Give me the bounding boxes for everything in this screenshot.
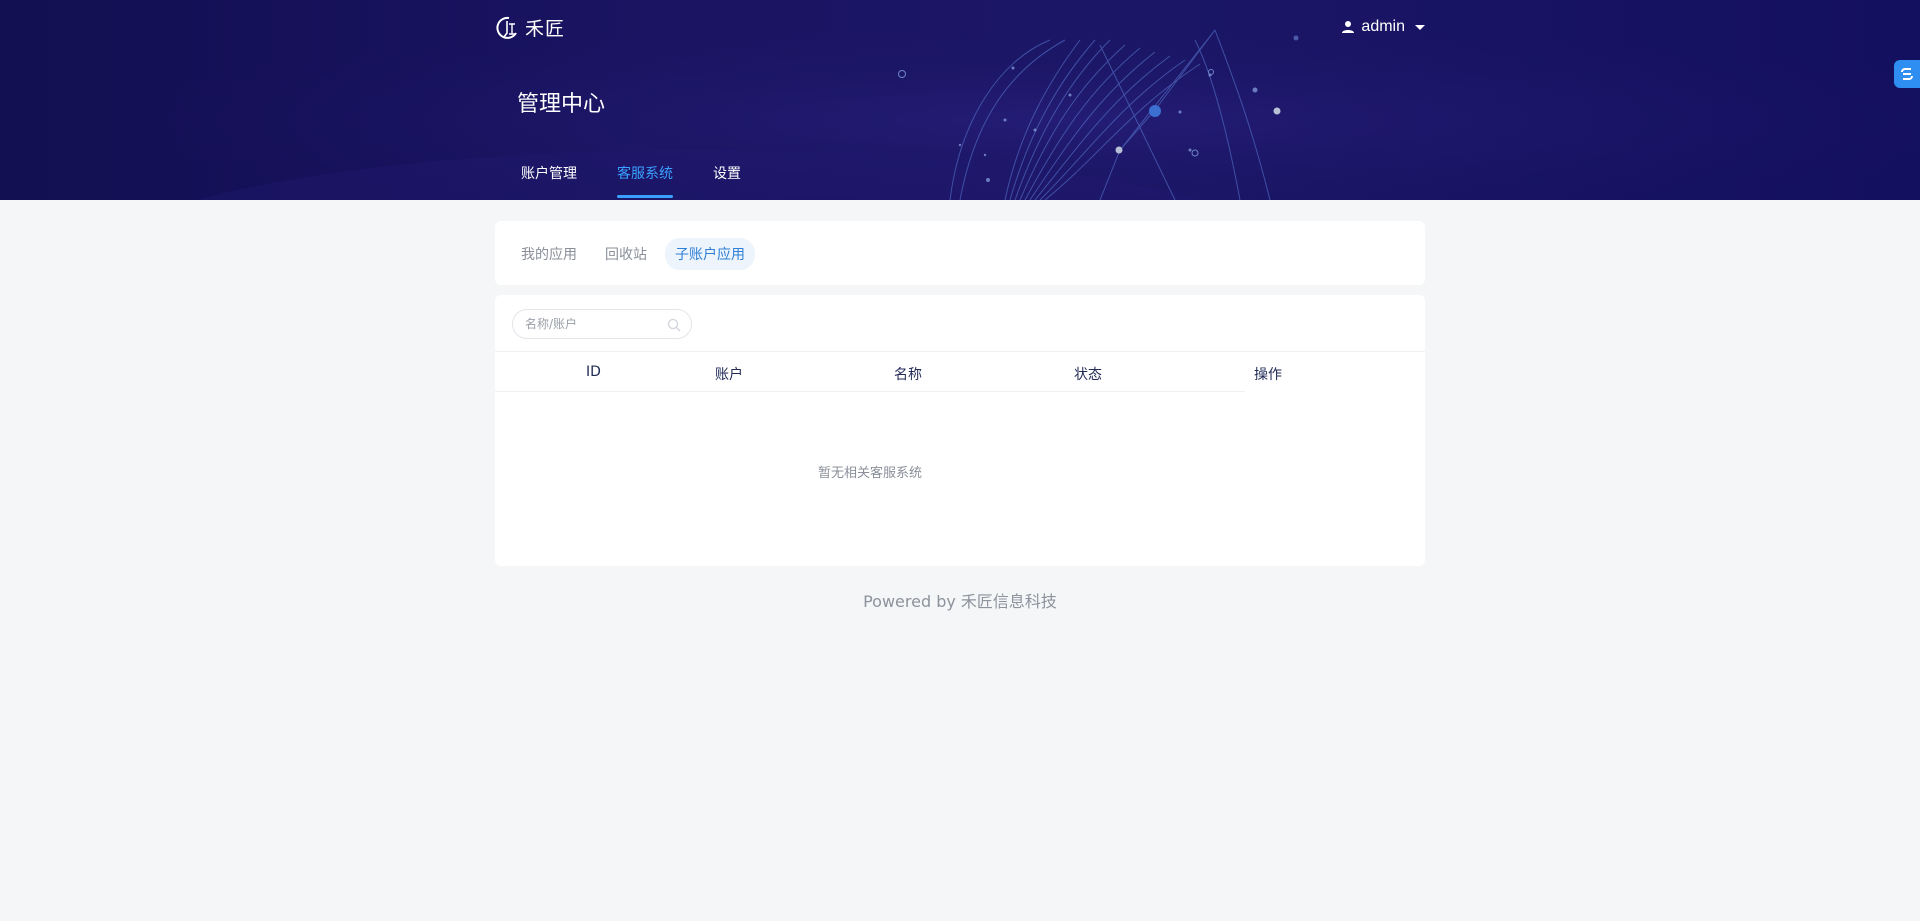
column-header-id[interactable]: ID	[586, 364, 601, 380]
search-icon[interactable]	[667, 318, 681, 332]
table-card: ID 账户 名称 状态 操作 暂无相关客服系统	[495, 295, 1425, 566]
column-header-status[interactable]: 状态	[1074, 364, 1102, 384]
subtab-my-apps[interactable]: 我的应用	[511, 238, 587, 270]
brand-logo-icon	[496, 16, 517, 39]
empty-state-text: 暂无相关客服系统	[817, 466, 922, 481]
table-header-divider	[495, 391, 1245, 392]
float-link-button[interactable]	[1894, 60, 1920, 88]
column-header-actions[interactable]: 操作	[1254, 364, 1282, 384]
subtabs: 我的应用 回收站 子账户应用	[511, 238, 755, 270]
search-box	[512, 309, 692, 339]
nav-settings[interactable]: 设置	[713, 163, 741, 197]
header-content: 禾匠 admin 管理中心 账户管理 客服系统 设置	[495, 0, 1425, 200]
subtabs-card: 我的应用 回收站 子账户应用	[495, 221, 1425, 285]
link-icon	[1901, 68, 1913, 80]
user-icon	[1342, 21, 1355, 33]
column-header-account[interactable]: 账户	[715, 364, 743, 384]
page-title: 管理中心	[517, 92, 606, 117]
footer-credit: Powered by 禾匠信息科技	[863, 592, 1057, 611]
brand-logo[interactable]: 禾匠	[495, 14, 565, 41]
caret-down-icon	[1415, 24, 1425, 30]
column-header-name[interactable]: 名称	[894, 364, 922, 384]
subtab-recycle-bin[interactable]: 回收站	[595, 238, 657, 270]
user-menu[interactable]: admin	[1341, 18, 1425, 36]
main-nav: 账户管理 客服系统 设置	[521, 163, 781, 198]
brand-name: 禾匠	[525, 18, 566, 40]
user-name: admin	[1361, 18, 1405, 35]
nav-account-management[interactable]: 账户管理	[521, 163, 577, 197]
nav-customer-service[interactable]: 客服系统	[617, 163, 673, 198]
search-input[interactable]	[525, 317, 665, 331]
header-banner: 禾匠 admin 管理中心 账户管理 客服系统 设置	[0, 0, 1920, 200]
subtab-subaccount-apps[interactable]: 子账户应用	[665, 238, 755, 270]
table-header: ID 账户 名称 状态 操作	[495, 351, 1425, 392]
